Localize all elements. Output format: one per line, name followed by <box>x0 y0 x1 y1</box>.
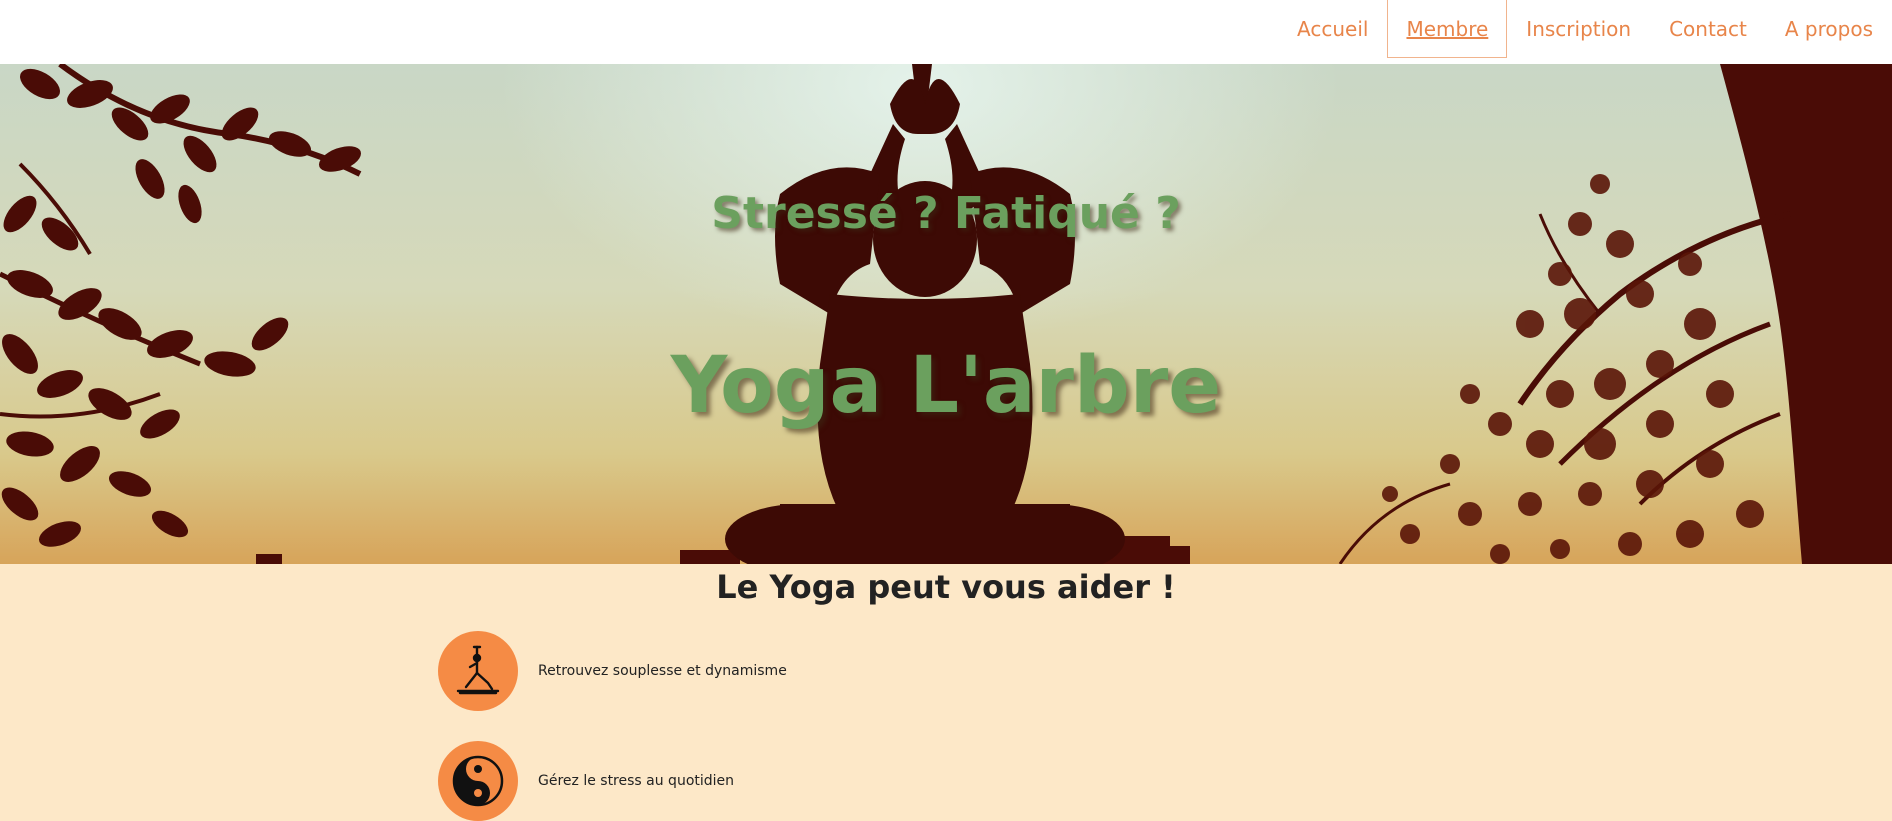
benefit-text: Retrouvez souplesse et dynamisme <box>538 663 787 679</box>
benefit-icon-circle <box>438 631 518 711</box>
nav-membre[interactable]: Membre <box>1387 0 1508 58</box>
benefit-item: Gérez le stress au quotidien <box>438 741 734 821</box>
yin-yang-icon <box>452 755 504 807</box>
hero-background-image <box>0 64 1892 564</box>
hero-subtitle: Stressé ? Fatiqué ? <box>711 188 1181 239</box>
hero-banner: Stressé ? Fatiqué ? Yoga L'arbre <box>0 64 1892 564</box>
benefit-text: Gérez le stress au quotidien <box>538 773 735 789</box>
hero-title: Yoga L'arbre <box>670 341 1222 431</box>
yoga-pose-icon <box>456 645 500 695</box>
nav-menu: Accueil Membre Inscription Contact A pro… <box>1278 0 1892 58</box>
benefits-heading: Le Yoga peut vous aider ! <box>716 568 1176 606</box>
nav-a-propos[interactable]: A propos <box>1766 0 1892 58</box>
benefit-item: Retrouvez souplesse et dynamisme <box>438 631 787 711</box>
nav-contact[interactable]: Contact <box>1650 0 1766 58</box>
benefit-icon-circle <box>438 741 518 821</box>
navbar: Accueil Membre Inscription Contact A pro… <box>0 0 1892 64</box>
nav-inscription[interactable]: Inscription <box>1507 0 1650 58</box>
nav-accueil[interactable]: Accueil <box>1278 0 1387 58</box>
